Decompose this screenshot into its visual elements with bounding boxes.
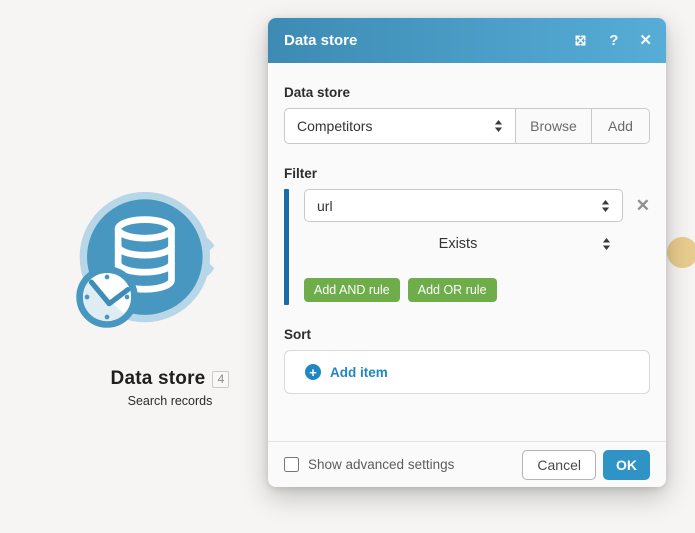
add-and-rule-button[interactable]: Add AND rule <box>304 278 400 302</box>
cancel-button[interactable]: Cancel <box>522 449 596 480</box>
plus-icon: + <box>305 364 321 380</box>
modal-body: Data store Competitors Browse Add Filter… <box>268 63 666 441</box>
add-or-rule-button[interactable]: Add OR rule <box>407 278 497 302</box>
connection-dot[interactable] <box>667 237 695 268</box>
datastore-select[interactable]: Competitors <box>285 109 515 143</box>
filter-accent-bar <box>284 189 289 305</box>
datastore-input-group: Competitors Browse Add <box>284 108 650 144</box>
filter-field-select[interactable]: url <box>304 189 623 222</box>
modal-header: Data store ? ✕ <box>268 18 666 63</box>
sort-add-item-button[interactable]: + Add item <box>284 350 650 394</box>
advanced-settings-label: Show advanced settings <box>308 457 455 472</box>
module-subtitle: Search records <box>127 394 213 408</box>
browse-button[interactable]: Browse <box>515 109 591 143</box>
modal-footer: Show advanced settings Cancel OK <box>268 441 666 487</box>
advanced-settings-checkbox[interactable] <box>284 457 299 472</box>
ok-button[interactable]: OK <box>603 449 650 480</box>
remove-filter-icon[interactable]: ✕ <box>636 197 650 214</box>
clock-icon <box>76 266 138 328</box>
datastore-module[interactable]: Data store 4 Search records <box>70 160 270 408</box>
modal-title: Data store <box>284 32 358 49</box>
filter-operator-select[interactable]: Exists <box>304 229 621 259</box>
datastore-field-label: Data store <box>284 85 351 100</box>
module-count-badge: 4 <box>212 370 230 388</box>
add-item-label: Add item <box>330 364 388 380</box>
filter-block: url ✕ Exists Add AND rule Add OR rule <box>284 189 650 305</box>
sort-label: Sort <box>284 327 311 342</box>
close-icon[interactable]: ✕ <box>639 33 652 48</box>
datastore-settings-modal: Data store ? ✕ Data store Competitors Br… <box>268 18 666 487</box>
filter-label: Filter <box>284 166 318 181</box>
expand-icon[interactable] <box>573 33 588 48</box>
add-datastore-button[interactable]: Add <box>591 109 649 143</box>
datastore-module-icon <box>76 191 217 328</box>
module-title: Data store <box>110 368 206 389</box>
advanced-settings-toggle[interactable]: Show advanced settings <box>284 457 454 472</box>
select-updown-icon <box>602 238 611 250</box>
help-icon[interactable]: ? <box>609 33 618 48</box>
select-updown-icon <box>494 120 503 132</box>
select-updown-icon <box>601 199 610 212</box>
